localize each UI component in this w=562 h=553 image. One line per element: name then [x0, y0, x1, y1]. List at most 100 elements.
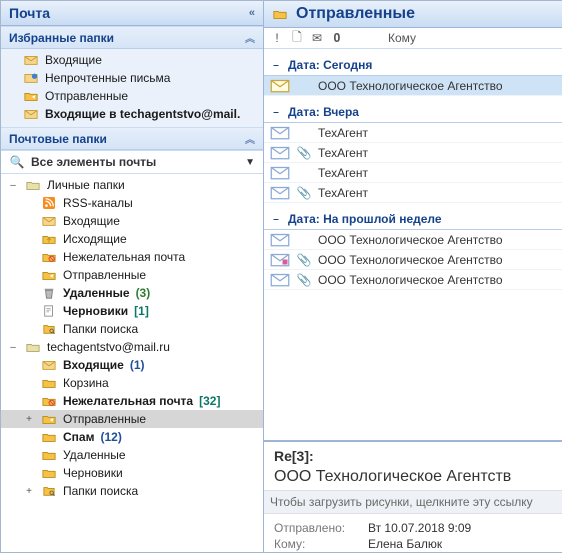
collapse-toggle[interactable]: – — [270, 107, 282, 118]
attachment-icon: 📎 — [296, 146, 312, 160]
mail-icon — [270, 165, 290, 180]
message-to: ООО Технологическое Агентство — [318, 79, 557, 93]
mail-flag-icon — [270, 252, 290, 267]
tree-item[interactable]: Спам (12) — [1, 428, 263, 446]
all-mail-items-label: Все элементы почты — [31, 155, 156, 169]
list-header: Отправленные — [264, 1, 562, 28]
to-column-label[interactable]: Кому — [350, 31, 416, 45]
tree-item[interactable]: Входящие — [1, 212, 263, 230]
mail-folders-label: Почтовые папки — [9, 132, 107, 146]
pst-icon — [25, 340, 41, 354]
tree-item[interactable]: Папки поиска — [1, 320, 263, 338]
reading-pane: Re[3]: ООО Технологическое Агентств Чтоб… — [264, 440, 562, 552]
item-count: (1) — [130, 358, 145, 372]
chevron-up-icon[interactable]: ︽ — [245, 131, 255, 146]
tree-item[interactable]: Черновики [1] — [1, 302, 263, 320]
group-label: Дата: Вчера — [288, 105, 359, 119]
pst-icon — [25, 178, 41, 192]
sent-field: Отправлено: Вт 10.07.2018 9:09 — [274, 520, 553, 536]
inbox-icon — [23, 53, 39, 67]
collapse-toggle[interactable]: – — [270, 60, 282, 71]
tree-item[interactable]: Удаленные — [1, 446, 263, 464]
tree-item[interactable]: RSS-каналы — [1, 194, 263, 212]
collapse-toggle[interactable]: – — [270, 214, 282, 225]
attachment-icon: 📎 — [296, 186, 312, 200]
tree-item[interactable]: Отправленные — [1, 266, 263, 284]
message-to: ООО Технологическое Агентство — [318, 233, 557, 247]
message-row[interactable]: 📎 ТехАгент — [264, 183, 562, 203]
message-row[interactable]: 📎 ТехАгент — [264, 143, 562, 163]
tree-item[interactable]: Входящие (1) — [1, 356, 263, 374]
rss-icon — [41, 196, 57, 210]
message-to: ТехАгент — [318, 186, 557, 200]
group-label: Дата: Сегодня — [288, 58, 372, 72]
tree-item[interactable]: Удаленные (3) — [1, 284, 263, 302]
reminder-icon[interactable]: 🗋 — [290, 31, 304, 45]
tree-item[interactable]: Нежелательная почта — [1, 248, 263, 266]
message-row[interactable]: 📎ООО Технологическое Агентство — [264, 270, 562, 290]
group-header[interactable]: –Дата: На прошлой неделе — [264, 209, 562, 230]
search-icon — [41, 484, 57, 498]
sent-icon — [41, 412, 57, 426]
attachment-col-icon[interactable]: 𝟎 — [330, 31, 344, 45]
favorite-item[interactable]: Входящие — [1, 51, 263, 69]
item-count: (3) — [136, 286, 151, 300]
blocked-images-bar[interactable]: Чтобы загрузить рисунки, щелкните эту сс… — [264, 490, 562, 514]
favorite-item[interactable]: Отправленные — [1, 87, 263, 105]
to-value: Елена Балюк — [368, 537, 442, 551]
favorite-label: Отправленные — [45, 89, 128, 103]
tree-label: Входящие — [63, 214, 120, 228]
tree-item[interactable]: Корзина — [1, 374, 263, 392]
message-row[interactable]: ООО Технологическое Агентство — [264, 76, 562, 96]
folder-tree: –Личные папкиRSS-каналы Входящие Исходящие… — [1, 174, 263, 552]
tree-item[interactable]: Нежелательная почта [32] — [1, 392, 263, 410]
group-header[interactable]: –Дата: Сегодня — [264, 55, 562, 76]
message-row[interactable]: ООО Технологическое Агентство — [264, 230, 562, 250]
tree-label: Исходящие — [63, 232, 127, 246]
message-row[interactable]: ТехАгент — [264, 123, 562, 143]
outbox-icon — [41, 232, 57, 246]
content-pane: Отправленные ! 🗋 ✉ 𝟎 Кому –Дата: Сегодня… — [264, 1, 562, 552]
tree-label: Нежелательная почта — [63, 250, 185, 264]
tree-item[interactable]: Исходящие — [1, 230, 263, 248]
message-to: ТехАгент — [318, 126, 557, 140]
tree-item[interactable]: – techagentstvo@mail.ru — [1, 338, 263, 356]
favorite-item[interactable]: Входящие в techagentstvo@mail. — [1, 105, 263, 123]
favorites-label: Избранные папки — [9, 31, 114, 45]
tree-item[interactable]: +Отправленные — [1, 410, 263, 428]
all-mail-items-dropdown[interactable]: 🔍 Все элементы почты ▼ — [1, 150, 263, 174]
tree-item[interactable]: –Личные папки — [1, 176, 263, 194]
expand-toggle[interactable]: + — [23, 486, 35, 497]
sent-icon — [23, 89, 39, 103]
importance-icon[interactable]: ! — [270, 31, 284, 45]
mail-icon — [270, 185, 290, 200]
message-row[interactable]: ТехАгент — [264, 163, 562, 183]
collapse-icon[interactable]: « — [249, 7, 255, 19]
tree-label: Папки поиска — [63, 322, 138, 336]
group-header[interactable]: –Дата: Вчера — [264, 102, 562, 123]
message-to: ТехАгент — [318, 146, 557, 160]
message-to: ООО Технологическое Агентство — [318, 253, 557, 267]
favorite-item[interactable]: Непрочтенные письма — [1, 69, 263, 87]
favorites-header[interactable]: Избранные папки ︽ — [1, 26, 263, 49]
chevron-up-icon[interactable]: ︽ — [245, 30, 255, 45]
icon-col[interactable]: ✉ — [310, 31, 324, 45]
mail-pane-header[interactable]: Почта « — [1, 1, 263, 26]
tree-label: Нежелательная почта — [63, 394, 193, 408]
preview-from: ООО Технологическое Агентств — [274, 468, 553, 486]
message-to: ТехАгент — [318, 166, 557, 180]
favorite-label: Входящие в techagentstvo@mail. — [45, 107, 240, 121]
tree-item[interactable]: Черновики — [1, 464, 263, 482]
sent-icon — [41, 268, 57, 282]
mail-folders-header[interactable]: Почтовые папки ︽ — [1, 127, 263, 150]
mail-icon — [270, 145, 290, 160]
tree-label: Удаленные — [63, 448, 126, 462]
expand-toggle[interactable]: – — [7, 180, 19, 191]
tree-item[interactable]: +Папки поиска — [1, 482, 263, 500]
tree-label: techagentstvo@mail.ru — [47, 340, 170, 354]
list-column-header[interactable]: ! 🗋 ✉ 𝟎 Кому — [264, 28, 562, 49]
message-row[interactable]: 📎ООО Технологическое Агентство — [264, 250, 562, 270]
search-icon: 🔍 — [9, 155, 25, 169]
expand-toggle[interactable]: + — [23, 414, 35, 425]
expand-toggle[interactable]: – — [7, 342, 19, 353]
